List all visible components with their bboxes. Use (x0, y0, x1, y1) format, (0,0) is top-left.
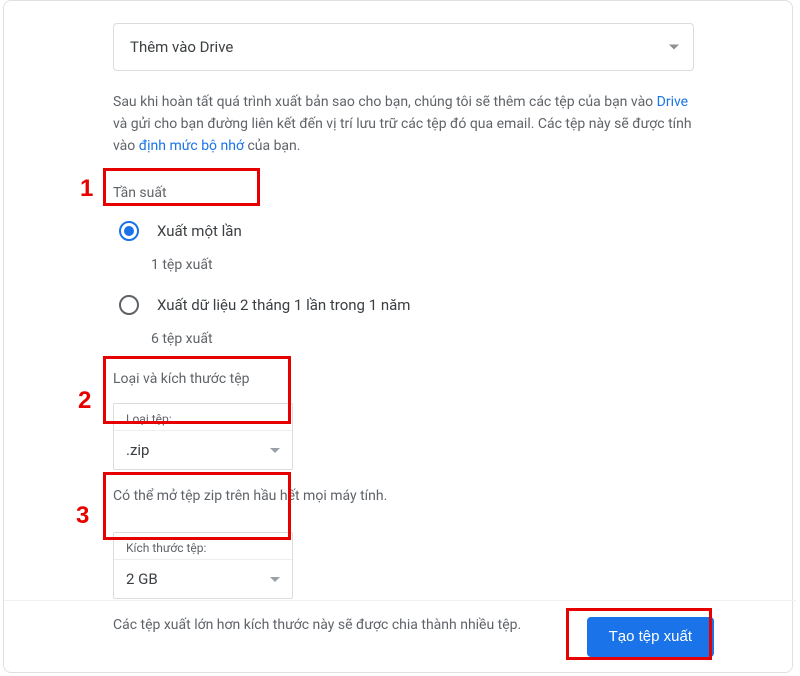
filesize-select-label: Kích thước tệp: (114, 533, 292, 560)
filetype-helper: Có thể mở tệp zip trên hầu hết mọi máy t… (113, 488, 702, 504)
frequency-option-bimonthly-sub: 6 tệp xuất (151, 331, 702, 347)
destination-dropdown-value: Thêm vào Drive (130, 38, 233, 56)
storage-quota-link[interactable]: định mức bộ nhớ (139, 138, 244, 154)
frequency-label: Tần suất (113, 185, 702, 201)
filesize-select[interactable]: Kích thước tệp: 2 GB (113, 532, 293, 599)
frequency-option-once-label: Xuất một lần (157, 222, 242, 240)
annotation-3-number: 3 (76, 502, 89, 530)
filetype-select-label: Loại tệp: (114, 404, 292, 431)
drive-link[interactable]: Drive (657, 94, 688, 110)
frequency-option-bimonthly-label: Xuất dữ liệu 2 tháng 1 lần trong 1 năm (157, 296, 410, 314)
radio-selected-icon (119, 221, 139, 241)
chevron-down-icon (270, 577, 280, 582)
create-export-button[interactable]: Tạo tệp xuất (587, 617, 714, 657)
annotation-2-number: 2 (78, 387, 91, 415)
filesize-select-value: 2 GB (126, 570, 158, 588)
chevron-down-icon (270, 448, 280, 453)
filetype-select[interactable]: Loại tệp: .zip (113, 403, 293, 470)
destination-dropdown[interactable]: Thêm vào Drive (113, 23, 694, 71)
frequency-option-bimonthly[interactable]: Xuất dữ liệu 2 tháng 1 lần trong 1 năm (113, 291, 702, 319)
frequency-option-once[interactable]: Xuất một lần (113, 217, 702, 245)
chevron-down-icon (669, 45, 679, 50)
destination-description: Sau khi hoàn tất quá trình xuất bản sao … (113, 91, 693, 157)
filetype-select-value: .zip (126, 441, 149, 459)
footer-actions: Tạo tệp xuất (4, 600, 796, 672)
annotation-1-number: 1 (80, 175, 93, 203)
frequency-option-once-sub: 1 tệp xuất (151, 257, 702, 273)
radio-unselected-icon (119, 295, 139, 315)
filetypesize-label: Loại và kích thước tệp (113, 371, 702, 387)
